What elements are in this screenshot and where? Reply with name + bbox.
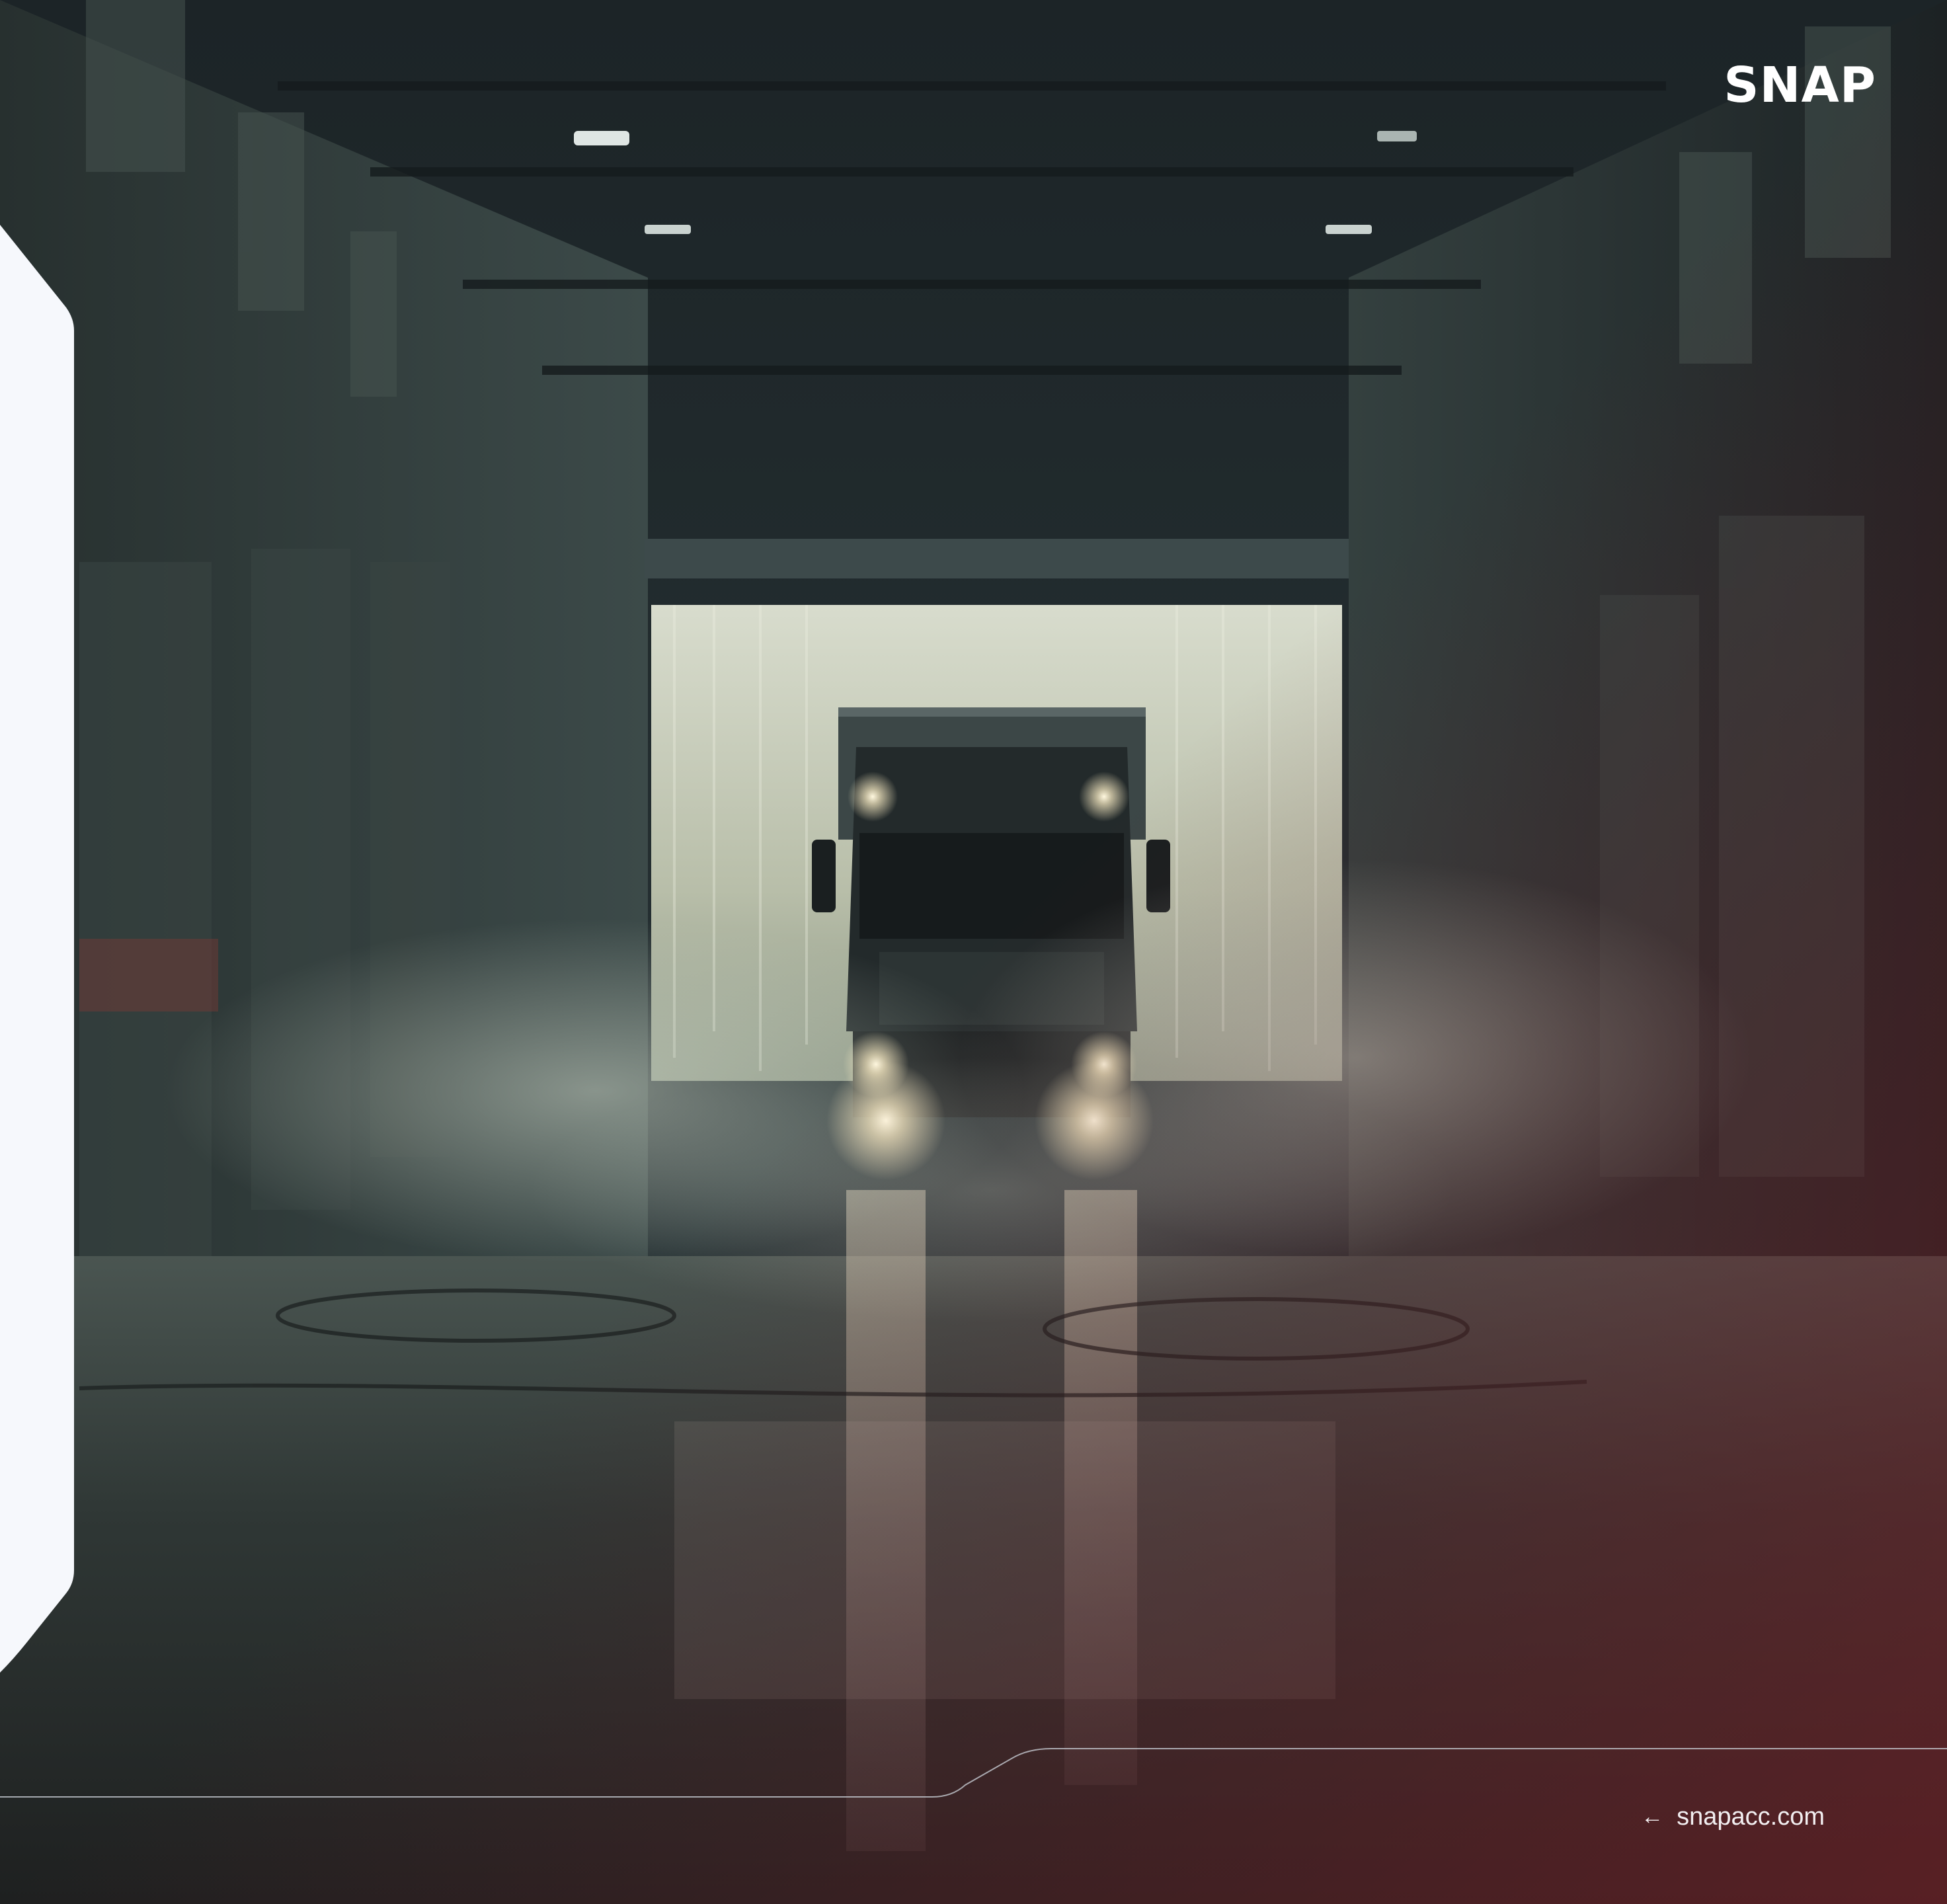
arrow-left-icon: ← xyxy=(1641,1804,1664,1829)
website-link-text: snapacc.com xyxy=(1677,1803,1825,1831)
side-panel xyxy=(0,212,74,1673)
background-photo xyxy=(0,0,1947,1904)
brand-logo: SNAP xyxy=(1724,57,1876,114)
website-link[interactable]: ← snapacc.com xyxy=(1641,1803,1825,1831)
